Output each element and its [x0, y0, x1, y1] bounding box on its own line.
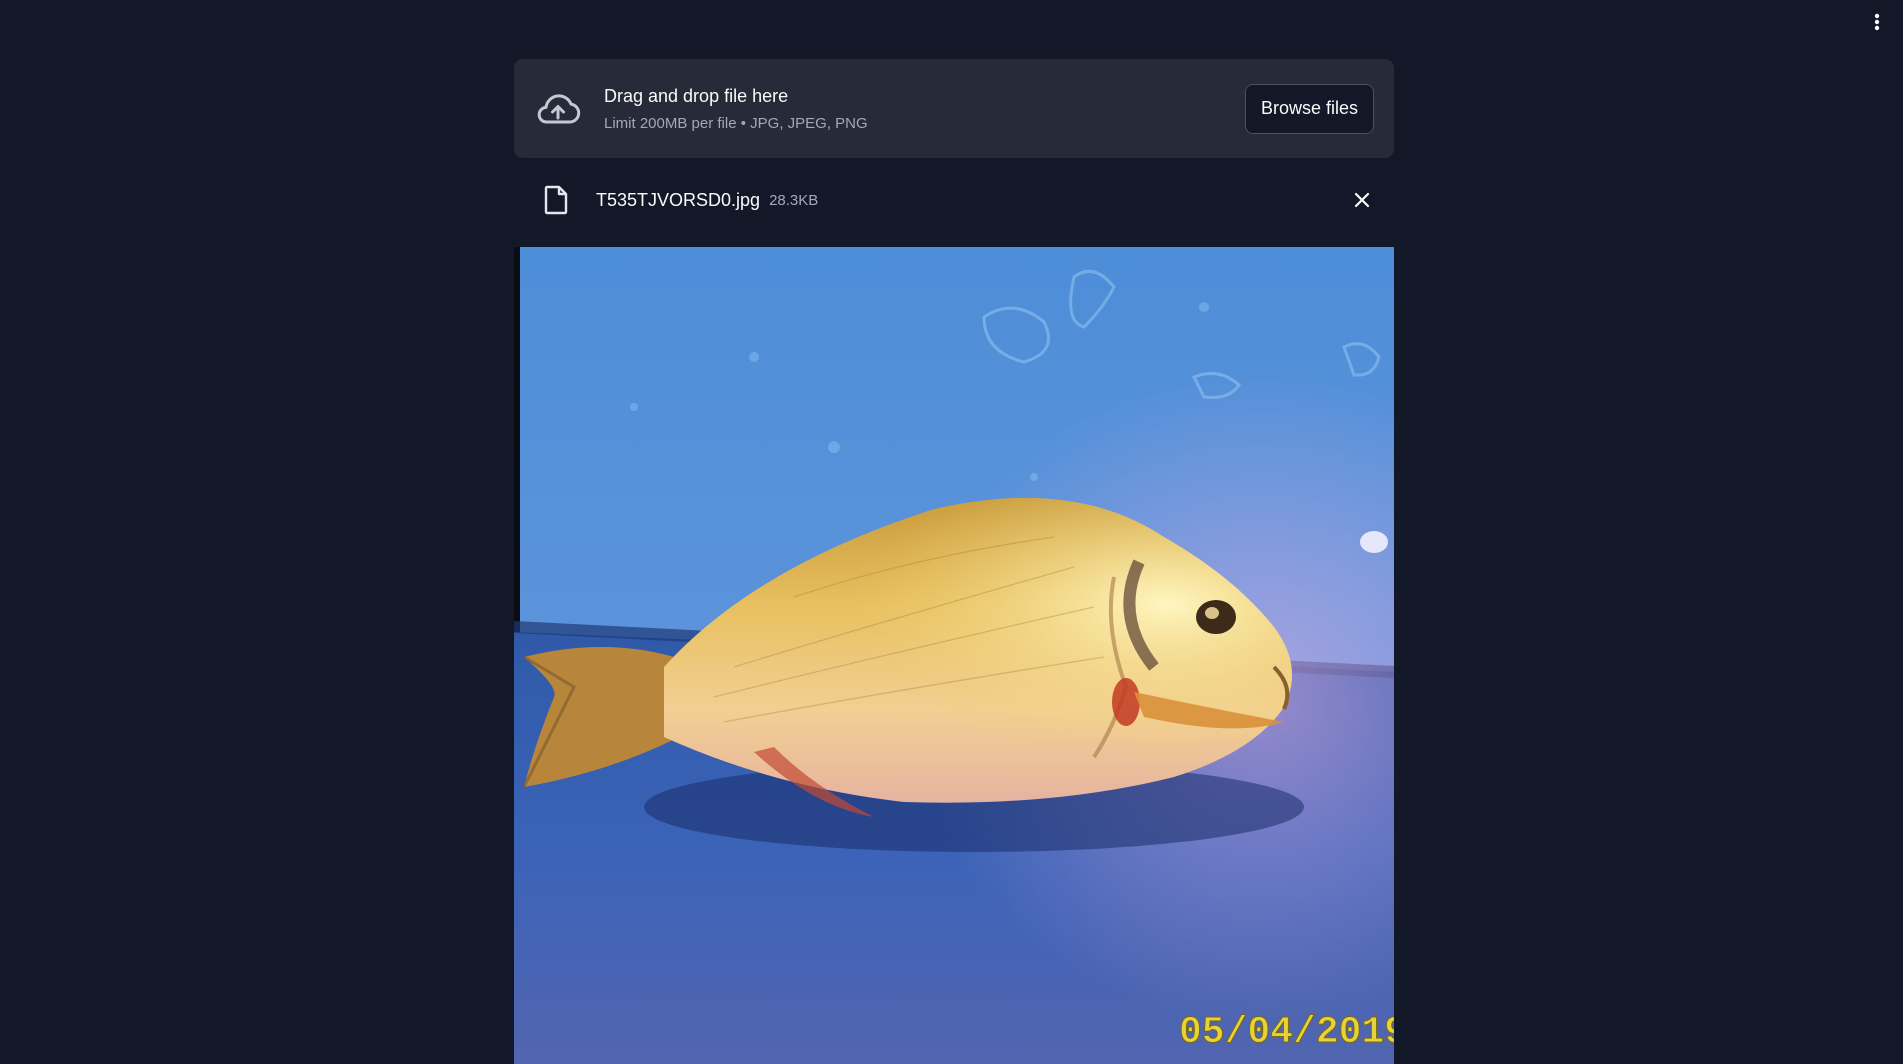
uploaded-file-item: T535TJVORSD0.jpg 28.3KB	[514, 173, 1394, 227]
uploaded-image: 05/04/2019	[514, 247, 1394, 1064]
app-root: Drag and drop file here Limit 200MB per …	[0, 0, 1903, 1064]
fish-photo: 05/04/2019	[514, 247, 1394, 1064]
close-icon	[1354, 192, 1370, 208]
dropzone-title: Drag and drop file here	[604, 85, 789, 106]
file-name: T535TJVORSD0.jpg	[596, 189, 761, 210]
file-dropzone[interactable]: Drag and drop file here Limit 200MB per …	[514, 59, 1394, 158]
dropzone-limit-text: Limit 200MB per file • JPG, JPEG, PNG	[604, 114, 868, 132]
file-icon	[536, 185, 576, 215]
file-size: 28.3KB	[769, 191, 819, 209]
main-content: Drag and drop file here Limit 200MB per …	[514, 59, 1394, 227]
remove-file-button[interactable]	[1348, 186, 1376, 214]
photo-date-stamp: 05/04/2019	[1179, 1011, 1394, 1054]
more-vertical-icon	[1874, 13, 1880, 31]
main-menu-button[interactable]	[1865, 8, 1889, 36]
browse-files-button[interactable]: Browse files	[1244, 83, 1374, 134]
dropzone-instructions: Drag and drop file here Limit 200MB per …	[604, 86, 1245, 132]
cloud-upload-icon	[534, 89, 582, 129]
